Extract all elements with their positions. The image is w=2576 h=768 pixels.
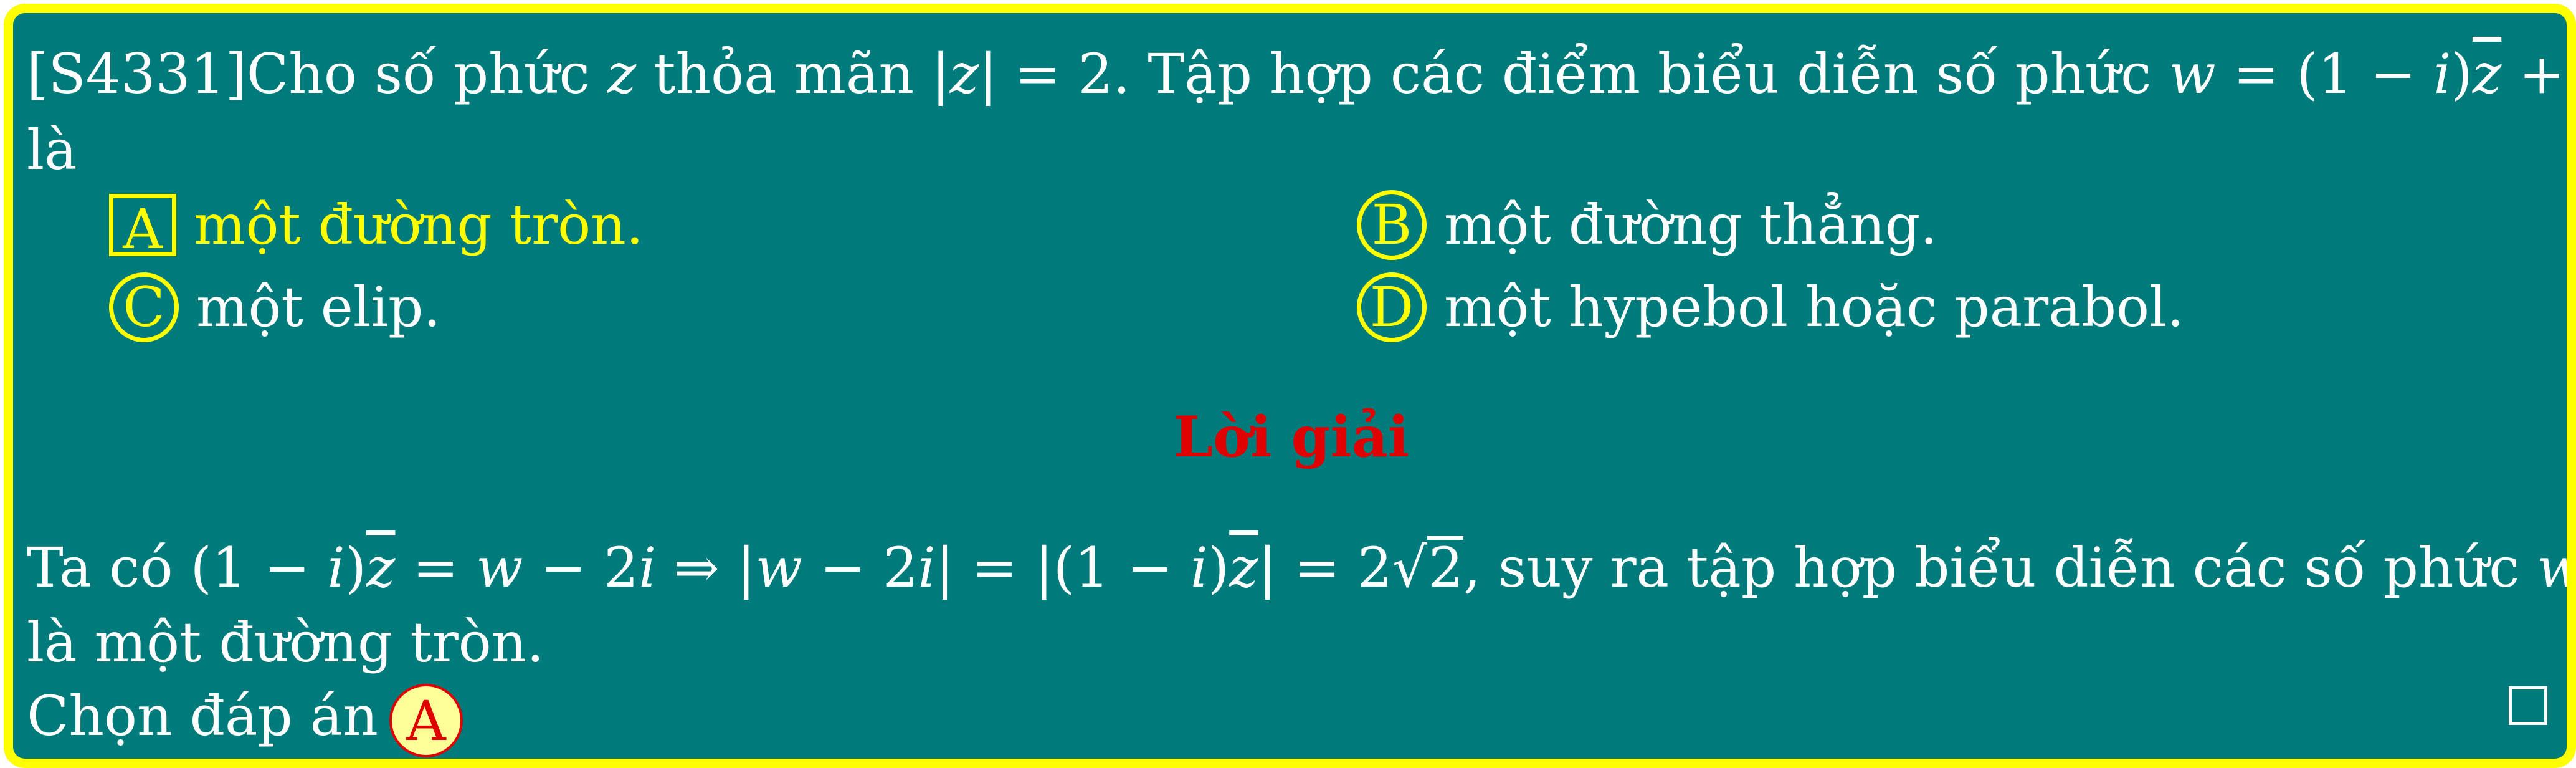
math-var-w: w <box>476 535 523 600</box>
option-b-letter: B <box>1357 190 1427 260</box>
answer-badge: A <box>389 684 463 758</box>
option-a-letter: A <box>109 194 176 261</box>
question-text-e: ) <box>2451 42 2473 106</box>
option-a-text: một đường tròn. <box>194 193 644 257</box>
option-a[interactable]: A một đường tròn. <box>109 188 644 262</box>
math-var-w: w <box>755 535 802 600</box>
math-var-z: z <box>607 42 637 106</box>
math-var-zbar: z <box>366 535 396 600</box>
math-var-w: w <box>2169 42 2216 106</box>
solution-text-k: | = 2 <box>1258 535 1392 600</box>
question-line-1: [S4331]Cho số phức z thỏa mãn |z| = 2. T… <box>27 37 2567 112</box>
option-d-text: một hypebol hoặc parabol. <box>1444 275 2185 339</box>
answer-line: Chọn đáp án A <box>27 679 463 758</box>
math-var-i: i <box>1190 535 1208 600</box>
solution-text-e: ⇒ | <box>656 535 756 600</box>
solution-line-1: Ta có (1 − i)z = w − 2i ⇒ |w − 2i| = |(1… <box>27 530 2567 605</box>
math-var-w: w <box>2537 535 2567 600</box>
sqrt-symbol: √ <box>1392 535 1428 600</box>
option-c-text: một elip. <box>196 275 441 339</box>
math-var-i: i <box>327 535 345 600</box>
question-card: [S4331]Cho số phức z thỏa mãn |z| = 2. T… <box>4 4 2576 768</box>
solution-text-l: , suy ra tập hợp biểu diễn các số phức <box>1463 535 2537 600</box>
math-var-i: i <box>918 535 936 600</box>
option-b[interactable]: B một đường thẳng. <box>1357 188 1937 262</box>
math-var-i: i <box>2433 42 2451 106</box>
solution-line-2: là một đường tròn. <box>27 610 544 674</box>
question-text-d: = (1 − <box>2215 42 2434 106</box>
option-d-letter: D <box>1357 272 1427 342</box>
math-var-i: i <box>639 535 657 600</box>
math-var-z: z <box>949 42 979 106</box>
document-body: [S4331]Cho số phức z thỏa mãn |z| = 2. T… <box>27 13 2567 759</box>
option-c-letter: C <box>109 272 179 342</box>
solution-text-b: ) <box>345 535 367 600</box>
question-text-a: Cho số phức <box>246 42 607 106</box>
solution-text-a: Ta có (1 − <box>27 535 328 600</box>
math-var-zbar: z <box>1229 535 1258 600</box>
solution-heading: Lời giải <box>1173 404 1410 470</box>
solution-text-c: = <box>395 535 477 600</box>
question-text-c: | = 2. Tập hợp các điểm biểu diễn số phứ… <box>979 42 2169 106</box>
solution-text-h: ) <box>1207 535 1230 600</box>
choose-label: Chọn đáp án <box>27 684 378 748</box>
sqrt-radicand: 2 <box>1427 535 1464 600</box>
option-b-text: một đường thẳng. <box>1444 193 1938 257</box>
end-of-proof-square[interactable] <box>2509 686 2547 725</box>
question-text-b: thỏa mãn | <box>636 42 950 106</box>
question-id: [S4331] <box>27 42 247 106</box>
question-text-f: + 2 <box>2519 42 2567 106</box>
option-c[interactable]: C một elip. <box>109 270 440 345</box>
solution-text-d: − 2 <box>523 535 639 600</box>
question-line-2: là <box>27 118 77 182</box>
solution-text-g: | = |(1 − <box>935 535 1191 600</box>
option-d[interactable]: D một hypebol hoặc parabol. <box>1357 270 2184 345</box>
solution-text-f: − 2 <box>802 535 918 600</box>
math-var-zbar: z <box>2472 42 2502 106</box>
